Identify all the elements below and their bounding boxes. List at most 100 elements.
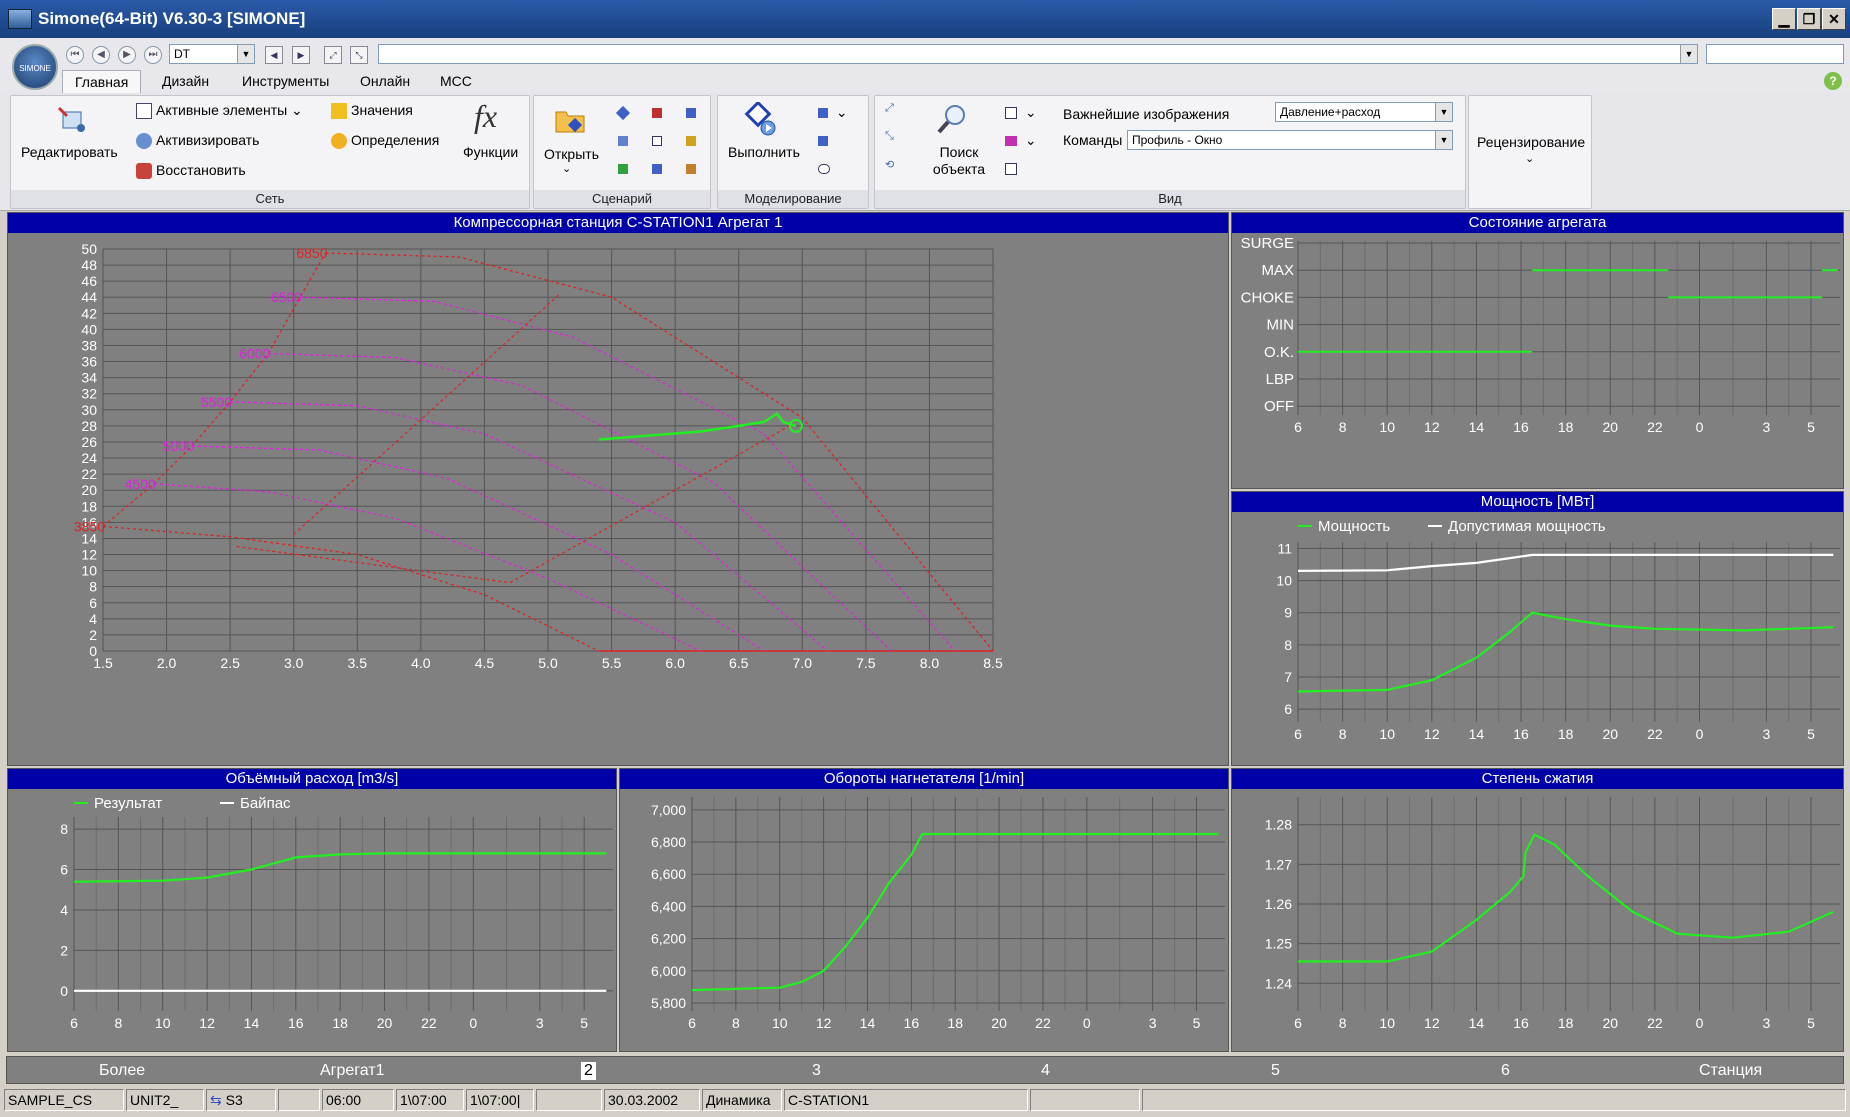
activate-label: Активизировать	[156, 132, 260, 148]
tab-design[interactable]: Дизайн	[150, 70, 221, 93]
page-3-button[interactable]: 3	[812, 1062, 821, 1080]
review-dropdown-icon[interactable]: ⌄	[1525, 152, 1534, 165]
step-forward-icon[interactable]: ▶	[292, 46, 310, 64]
scenario-tool-4-icon[interactable]	[618, 132, 632, 148]
modeling-tool-1-icon[interactable]: ⌄	[818, 104, 848, 121]
zoom-in-icon[interactable]: ⤡	[885, 130, 894, 143]
scenario-value: S3	[225, 1092, 243, 1108]
last-icon[interactable]: ⏭	[144, 46, 162, 64]
tab-home[interactable]: Главная	[62, 70, 142, 93]
functions-button[interactable]: Функции	[463, 144, 518, 160]
scenario-tool-2-icon[interactable]	[652, 104, 666, 120]
mode-select[interactable]: DT ▼	[169, 44, 255, 64]
x-tick-label: 22	[1647, 419, 1663, 435]
x-tick-label: 7.0	[793, 655, 813, 671]
view-tool-3-icon[interactable]	[1005, 160, 1021, 176]
legend-label: Результат	[94, 795, 162, 812]
active-elements-label: Активные элементы	[156, 102, 288, 118]
x-tick-label: 5	[1807, 1015, 1815, 1031]
forward-icon[interactable]: ▶	[118, 46, 136, 64]
volume-flow-title: Объёмный расход [m3/s]	[8, 769, 616, 789]
y-tick-label: 28	[81, 418, 97, 434]
simone-logo-button[interactable]: SIMONE	[12, 44, 58, 90]
unit-label[interactable]: Агрегат1	[320, 1062, 385, 1080]
mode-field: Динамика	[702, 1089, 782, 1111]
y-tick-label: 1.26	[1265, 896, 1292, 912]
tab-tools[interactable]: Инструменты	[230, 70, 341, 93]
mode-value: DT	[174, 47, 190, 61]
x-tick-label: 14	[1469, 1015, 1485, 1031]
zoom-prev-icon[interactable]: ⟲	[885, 158, 894, 171]
y-tick-label: 7	[1284, 669, 1292, 685]
scenario-tool-5-icon[interactable]	[652, 132, 666, 148]
y-tick-label: 36	[81, 354, 97, 370]
state-label: O.K.	[1264, 344, 1294, 361]
restore-net-button[interactable]: Восстановить	[136, 162, 246, 180]
expand-icon[interactable]: ⤢	[324, 46, 342, 64]
compressor-map-panel: Компрессорная станция C-STATION1 Агрегат…	[7, 212, 1229, 766]
active-elements-button[interactable]: Активные элементы ⌄	[136, 102, 303, 120]
command-input[interactable]: ▼	[378, 44, 1698, 64]
y-tick-label: 32	[81, 386, 97, 402]
page-6-button[interactable]: 6	[1501, 1062, 1510, 1080]
minimize-button[interactable]: ▁	[1772, 8, 1796, 30]
view-tool-2-icon[interactable]: ⌄	[1005, 132, 1037, 149]
search-object-button[interactable]: Поиск объекта	[929, 144, 989, 178]
step-back-icon[interactable]: ◀	[265, 46, 283, 64]
functions-icon: fx	[474, 98, 498, 134]
page-4-button[interactable]: 4	[1041, 1062, 1050, 1080]
modeling-tool-3-icon[interactable]	[818, 160, 834, 176]
x-tick-label: 12	[816, 1015, 832, 1031]
x-tick-label: 8.0	[920, 655, 940, 671]
compressor-map-title: Компрессорная станция C-STATION1 Агрегат…	[8, 213, 1228, 233]
scenario-tool-3-icon[interactable]	[686, 104, 700, 120]
help-icon[interactable]: ?	[1824, 72, 1842, 90]
y-tick-label: 10	[1276, 573, 1292, 589]
page-2-button[interactable]: 2	[581, 1062, 596, 1080]
secondary-input[interactable]	[1706, 44, 1844, 64]
scenario-tool-9-icon[interactable]	[686, 160, 700, 176]
restore-button[interactable]: ❐	[1797, 8, 1821, 30]
x-tick-label: 14	[244, 1015, 260, 1031]
page-5-button[interactable]: 5	[1271, 1062, 1280, 1080]
edit-button[interactable]: Редактировать	[21, 144, 118, 160]
tab-online[interactable]: Онлайн	[348, 70, 422, 93]
speed-line-3850	[102, 525, 600, 652]
review-button[interactable]: Рецензирование	[1477, 134, 1585, 150]
x-tick-label: 5	[1807, 419, 1815, 435]
definitions-button[interactable]: Определения	[331, 132, 439, 150]
blank-field-2	[536, 1089, 602, 1111]
commands-select[interactable]: Профиль - Окно ▼	[1127, 130, 1453, 150]
group-net: Редактировать Активные элементы ⌄ Активи…	[10, 95, 530, 209]
y-tick-label: 34	[81, 370, 97, 386]
x-tick-label: 8	[1339, 419, 1347, 435]
scenario-tool-6-icon[interactable]	[686, 132, 700, 148]
scenario-tool-1-icon[interactable]	[615, 104, 632, 121]
view-tool-1-icon[interactable]: ⌄	[1005, 104, 1037, 121]
group-scenario: Открыть ⌄ Сценарий	[533, 95, 711, 209]
speed-line-6000	[268, 352, 892, 652]
first-icon[interactable]: ⏮	[66, 46, 84, 64]
important-images-select[interactable]: Давление+расход ▼	[1275, 102, 1453, 122]
y-tick-label: 8	[89, 579, 97, 595]
scenario-tool-7-icon[interactable]	[618, 160, 632, 176]
tab-mcc[interactable]: MCC	[428, 70, 484, 93]
run-button[interactable]: Выполнить	[728, 144, 800, 160]
collapse-icon[interactable]: ⤡	[350, 46, 368, 64]
open-button[interactable]: Открыть	[544, 146, 599, 162]
station-button[interactable]: Станция	[1699, 1062, 1762, 1080]
values-button[interactable]: Значения	[331, 102, 413, 120]
scenario-tool-8-icon[interactable]	[652, 160, 666, 176]
back-icon[interactable]: ◀	[92, 46, 110, 64]
close-button[interactable]: ✕	[1822, 8, 1846, 30]
more-button[interactable]: Более	[99, 1062, 145, 1080]
y-tick-label: 6,400	[651, 898, 686, 914]
y-tick-label: 6,800	[651, 834, 686, 850]
y-tick-label: 1.24	[1265, 975, 1292, 991]
open-dropdown-icon[interactable]: ⌄	[562, 162, 571, 175]
zoom-fit-icon[interactable]: ⤢	[885, 102, 894, 115]
speed-label-6000: 6000	[239, 346, 270, 362]
activate-button[interactable]: Активизировать	[136, 132, 260, 150]
modeling-tool-2-icon[interactable]	[818, 132, 832, 148]
y-tick-label: 50	[81, 241, 97, 257]
